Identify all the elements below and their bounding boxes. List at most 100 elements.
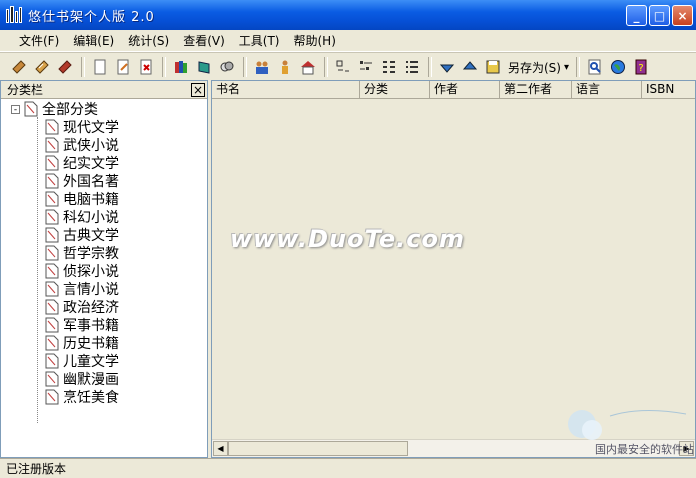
tree-item-label: 古典文学 [63,228,119,244]
tree-item[interactable]: 烹饪美食 [1,388,207,406]
column-language[interactable]: 语言 [572,81,642,98]
column-category[interactable]: 分类 [360,81,430,98]
panel-close-button[interactable]: × [191,82,205,97]
user-icon [282,60,288,74]
tree-item-label: 言情小说 [63,282,119,298]
tree-item[interactable]: 外国名著 [1,172,207,190]
category-doc-icon [45,137,59,153]
menu-tools[interactable]: 工具(T) [232,32,287,49]
borrow-button[interactable] [216,56,238,78]
tree-root[interactable]: - 全部分类 [1,100,207,118]
tree-item[interactable]: 武侠小说 [1,136,207,154]
toolbar-separator [243,57,247,77]
home-button[interactable] [297,56,319,78]
column-title[interactable]: 书名 [212,81,360,98]
tree-item[interactable]: 儿童文学 [1,352,207,370]
category-doc-icon [45,299,59,315]
library-button[interactable] [170,56,192,78]
tree-item-label: 哲学宗教 [63,246,119,262]
tree-item-label: 现代文学 [63,120,119,136]
user-button[interactable] [274,56,296,78]
maximize-button[interactable]: □ [649,5,670,26]
tree-item[interactable]: 电脑书籍 [1,190,207,208]
column-second-author[interactable]: 第二作者 [500,81,572,98]
site-watermark: www.DuoTe.com [230,225,465,253]
delete-book-button[interactable] [54,56,76,78]
web-button[interactable] [607,56,629,78]
view-details-button[interactable] [401,56,423,78]
tree-item-label: 军事书籍 [63,318,119,334]
tree-item-label: 幽默漫画 [63,372,119,388]
scroll-thumb[interactable] [228,441,408,456]
menu-statistics[interactable]: 统计(S) [121,32,176,49]
globe-icon [611,60,626,74]
users-button[interactable] [251,56,273,78]
category-doc-icon [45,317,59,333]
close-button[interactable]: × [672,5,693,26]
tree-item[interactable]: 侦探小说 [1,262,207,280]
tree-item-label: 历史书籍 [63,336,119,352]
page-icon [94,59,106,75]
column-isbn[interactable]: ISBN [642,81,695,98]
column-headers: 书名 分类 作者 第二作者 语言 ISBN [212,81,695,99]
view-large-icons-button[interactable] [332,56,354,78]
app-books-icon [6,6,22,23]
tree-item-label: 电脑书籍 [63,192,119,208]
edit-book-button[interactable] [31,56,53,78]
tree-item[interactable]: 历史书籍 [1,334,207,352]
tree-item[interactable]: 纪实文学 [1,154,207,172]
books-icon [175,61,187,73]
tree-item-label: 武侠小说 [63,138,119,154]
category-doc-icon [45,353,59,369]
save-button[interactable] [482,56,504,78]
category-tree: - 全部分类 现代文学武侠小说纪实文学 外国名著电脑书籍 科幻小说古典文学哲学宗教侦… [1,99,207,423]
category-doc-icon [45,227,59,243]
tree-item[interactable]: 哲学宗教 [1,244,207,262]
tree-item[interactable]: 幽默漫画 [1,370,207,388]
tree-item[interactable]: 科幻小说 [1,208,207,226]
catalog-button[interactable] [193,56,215,78]
column-author[interactable]: 作者 [430,81,500,98]
window-title: 悠仕书架个人版 2.0 [28,9,155,25]
new-page-button[interactable] [89,56,111,78]
small-icons-view-icon [360,61,372,70]
category-doc-icon [45,173,59,189]
page-edit-button[interactable] [112,56,134,78]
add-book-button[interactable] [8,56,30,78]
view-list-button[interactable] [378,56,400,78]
tree-item[interactable]: 政治经济 [1,298,207,316]
book-edit-icon [35,60,49,74]
masks-icon [220,61,234,72]
save-as-menu[interactable]: 另存为(S) ▾ [505,56,572,78]
scroll-left-arrow[interactable]: ◀ [213,441,228,456]
category-folder-icon [24,101,38,117]
category-doc-icon [45,245,59,261]
search-button[interactable] [584,56,606,78]
menu-file[interactable]: 文件(F) [12,32,66,49]
page-delete-button[interactable] [135,56,157,78]
export-button[interactable] [459,56,481,78]
tree-root-label: 全部分类 [42,102,98,118]
help-button[interactable]: ? [630,56,652,78]
title-bar[interactable]: 悠仕书架个人版 2.0 _ □ × [0,0,696,30]
category-doc-icon [45,209,59,225]
tree-item[interactable]: 言情小说 [1,280,207,298]
tree-item[interactable]: 古典文学 [1,226,207,244]
menu-help[interactable]: 帮助(H) [287,32,343,49]
collapse-toggle[interactable]: - [11,104,20,114]
book-delete-icon [58,60,72,74]
arrow-down-icon [439,64,455,73]
users-icon [256,61,268,74]
tree-item[interactable]: 军事书籍 [1,316,207,334]
corner-watermark-text: 国内最安全的软件站 [595,443,694,456]
minimize-button[interactable]: _ [626,5,647,26]
import-button[interactable] [436,56,458,78]
chevron-down-icon: ▾ [563,61,570,73]
toolbar: 另存为(S) ▾ ? [0,52,696,82]
status-text: 已注册版本 [6,462,67,476]
view-small-icons-button[interactable] [355,56,377,78]
menu-edit[interactable]: 编辑(E) [66,32,121,49]
tree-item[interactable]: 现代文学 [1,118,207,136]
tree-item-label: 纪实文学 [63,156,119,172]
menu-view[interactable]: 查看(V) [176,32,232,49]
